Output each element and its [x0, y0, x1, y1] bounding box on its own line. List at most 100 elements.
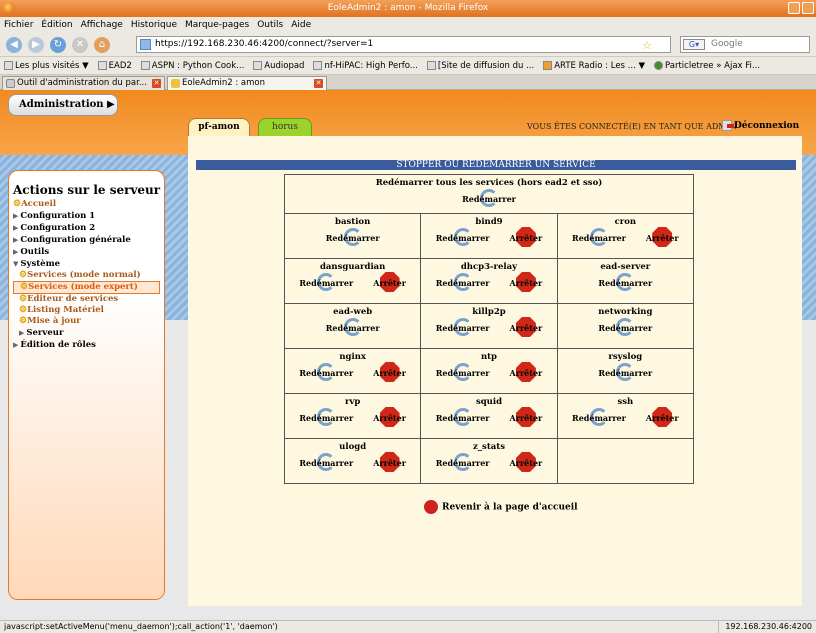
- restart-button[interactable]: Redémarrer: [598, 273, 652, 291]
- stop-icon[interactable]: ✕: [72, 36, 88, 53]
- minimize-button[interactable]: [788, 2, 800, 14]
- service-name: killp2p: [472, 307, 506, 317]
- service-cell-ead-server: ead-server Redémarrer: [556, 258, 695, 304]
- main-content: STOPPER OU REDÉMARRER UN SERVICE Redémar…: [188, 136, 802, 606]
- sidebar-item-accueil[interactable]: ⚙Accueil: [13, 199, 164, 210]
- sidebar-item-editeur-services[interactable]: ⚙Editeur de services: [13, 294, 164, 305]
- bookmark-arte-radio[interactable]: ARTE Radio : Les ... ▼: [543, 60, 645, 71]
- service-name: networking: [598, 307, 653, 317]
- menu-fichier[interactable]: Fichier: [4, 20, 33, 30]
- bookmark-star-icon[interactable]: ☆: [642, 38, 652, 53]
- service-name: ead-web: [333, 307, 373, 317]
- stop-button[interactable]: Arrêter: [510, 407, 542, 427]
- close-tab-icon[interactable]: ✕: [152, 79, 161, 88]
- restart-button[interactable]: Redémarrer: [299, 363, 353, 381]
- window-title: EoleAdmin2 : amon - Mozilla Firefox: [327, 3, 489, 13]
- menu-outils[interactable]: Outils: [257, 20, 283, 30]
- stop-button[interactable]: Arrêter: [510, 452, 542, 472]
- sidebar-item-outils[interactable]: ▶ Outils: [13, 246, 164, 258]
- restart-button[interactable]: Redémarrer: [598, 318, 652, 336]
- tab-pf-amon[interactable]: pf-amon: [188, 118, 250, 136]
- stop-button[interactable]: Arrêter: [373, 362, 406, 382]
- triangle-right-icon: ▶: [13, 247, 19, 256]
- close-tab-icon[interactable]: ✕: [314, 79, 323, 88]
- bookmark-icon: [97, 60, 107, 70]
- service-cell-bastion: bastion Redémarrer: [283, 213, 422, 259]
- bookmark-audiopad[interactable]: Audiopad: [253, 60, 304, 71]
- bookmark-aspn[interactable]: ASPN : Python Cook...: [140, 60, 244, 71]
- bookmark-nf-hipac[interactable]: nf-HiPAC: High Perfo...: [313, 60, 418, 71]
- bookmark-particletree[interactable]: Particletree » Ajax Fi...: [654, 60, 760, 71]
- back-arrow-icon[interactable]: ◀: [6, 36, 22, 53]
- sidebar-item-listing-materiel[interactable]: ⚙Listing Matériel: [13, 305, 164, 316]
- back-arrow-icon: [424, 500, 438, 514]
- restart-button[interactable]: Redémarrer: [572, 408, 626, 426]
- restart-button[interactable]: Redémarrer: [436, 318, 490, 336]
- google-engine-icon[interactable]: G▾: [683, 39, 705, 50]
- restart-button[interactable]: Redémarrer: [598, 363, 652, 381]
- sidebar-item-systeme[interactable]: ▼ Système: [13, 258, 164, 270]
- tab-horus[interactable]: horus: [258, 118, 312, 136]
- sidebar-item-config2[interactable]: ▶ Configuration 2: [13, 222, 164, 234]
- sidebar-item-services-normal[interactable]: ⚙Services (mode normal): [13, 270, 164, 281]
- reload-icon[interactable]: ↻: [50, 36, 66, 53]
- restart-button[interactable]: Redémarrer: [299, 273, 353, 291]
- bookmark-ead2[interactable]: EAD2: [97, 60, 132, 71]
- stop-button[interactable]: Arrêter: [510, 272, 542, 292]
- restart-all-button[interactable]: Redémarrer: [462, 189, 516, 207]
- stop-button[interactable]: Arrêter: [646, 227, 679, 247]
- sidebar-item-config-generale[interactable]: ▶ Configuration générale: [13, 234, 164, 246]
- browser-tab-admin[interactable]: Outil d'administration du par... ✕: [2, 76, 165, 90]
- menu-affichage[interactable]: Affichage: [81, 20, 123, 30]
- maximize-button[interactable]: [802, 2, 814, 14]
- stop-button[interactable]: Arrêter: [510, 317, 542, 337]
- restart-button[interactable]: Redémarrer: [436, 228, 490, 246]
- restart-button[interactable]: Redémarrer: [299, 453, 353, 471]
- gear-icon: ⚙: [19, 270, 28, 280]
- stop-button[interactable]: Arrêter: [510, 362, 542, 382]
- stop-button[interactable]: Arrêter: [646, 407, 679, 427]
- gear-icon: ⚙: [20, 282, 29, 292]
- bookmark-most-visited[interactable]: Les plus visités ▼: [4, 60, 89, 71]
- restart-button[interactable]: Redémarrer: [436, 408, 490, 426]
- restart-button[interactable]: Redémarrer: [299, 408, 353, 426]
- home-icon[interactable]: ⌂: [94, 36, 110, 53]
- service-cell-ead-web: ead-web Redémarrer: [283, 303, 422, 349]
- logout-link[interactable]: Déconnexion: [722, 120, 799, 131]
- back-home-link[interactable]: Revenir à la page d'accueil: [424, 500, 578, 514]
- menu-marque-pages[interactable]: Marque-pages: [185, 20, 249, 30]
- restart-button[interactable]: Redémarrer: [326, 228, 380, 246]
- search-placeholder: Google: [711, 39, 743, 49]
- forward-arrow-icon[interactable]: ▶: [28, 36, 44, 53]
- navigation-toolbar: ◀ ▶ ↻ ✕ ⌂ https://192.168.230.46:4200/co…: [0, 33, 816, 57]
- search-input[interactable]: G▾ Google: [680, 36, 810, 53]
- sidebar-item-edition-roles[interactable]: ▶ Édition de rôles: [13, 339, 164, 351]
- sidebar-item-mise-a-jour[interactable]: ⚙Mise à jour: [13, 316, 164, 327]
- sidebar-item-services-expert[interactable]: ⚙Services (mode expert): [13, 281, 160, 294]
- administration-menu-button[interactable]: Administration ▶: [8, 94, 118, 116]
- restart-button[interactable]: Redémarrer: [572, 228, 626, 246]
- restart-button[interactable]: Redémarrer: [436, 273, 490, 291]
- service-cell-killp2p: killp2p Redémarrer Arrêter: [420, 303, 558, 349]
- restart-button[interactable]: Redémarrer: [436, 363, 490, 381]
- status-bar: javascript:setActiveMenu('menu_daemon');…: [0, 620, 816, 633]
- rss-icon: [543, 60, 553, 70]
- stop-button[interactable]: Arrêter: [373, 452, 406, 472]
- service-name: bind9: [475, 217, 503, 227]
- restart-button[interactable]: Redémarrer: [436, 453, 490, 471]
- restart-button[interactable]: Redémarrer: [326, 318, 380, 336]
- stop-button[interactable]: Arrêter: [510, 227, 542, 247]
- sidebar-item-config1[interactable]: ▶ Configuration 1: [13, 210, 164, 222]
- triangle-right-icon: ▶: [19, 328, 25, 337]
- bookmark-site-diffusion[interactable]: [Site de diffusion du ...: [426, 60, 534, 71]
- service-name: ntp: [480, 352, 498, 362]
- sidebar-item-serveur[interactable]: ▶ Serveur: [13, 327, 164, 339]
- menu-historique[interactable]: Historique: [131, 20, 177, 30]
- browser-tab-eoleadmin[interactable]: EoleAdmin2 : amon ✕: [167, 76, 327, 90]
- stop-button[interactable]: Arrêter: [373, 272, 406, 292]
- url-bar[interactable]: https://192.168.230.46:4200/connect/?ser…: [136, 36, 671, 53]
- stop-button[interactable]: Arrêter: [373, 407, 406, 427]
- service-cell-ulogd: ulogd Redémarrer Arrêter: [283, 438, 422, 484]
- menu-aide[interactable]: Aide: [291, 20, 311, 30]
- menu-edition[interactable]: Édition: [41, 20, 72, 30]
